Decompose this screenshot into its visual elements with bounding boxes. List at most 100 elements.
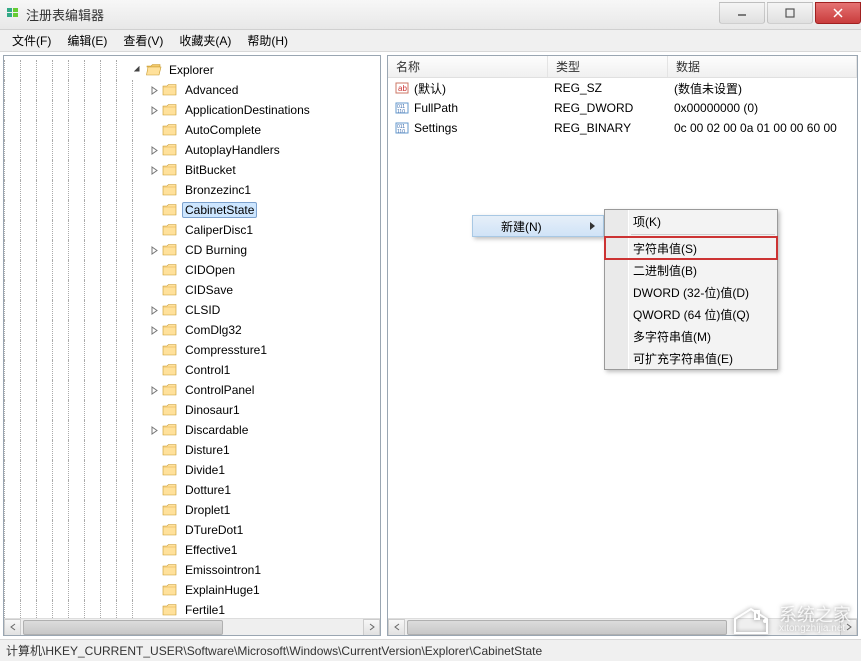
- expand-icon[interactable]: [148, 164, 160, 176]
- registry-tree[interactable]: ExplorerAdvanced ApplicationDestinations A…: [4, 56, 380, 618]
- tree-label: ControlPanel: [182, 382, 257, 398]
- submenu-item[interactable]: 二进制值(B): [605, 259, 777, 281]
- tree-node[interactable]: AutoplayHandlers: [4, 140, 380, 160]
- scroll-thumb[interactable]: [407, 620, 727, 635]
- submenu-item[interactable]: DWORD (32-位)值(D): [605, 281, 777, 303]
- tree-node[interactable]: Bronzezinc1: [4, 180, 380, 200]
- tree-node[interactable]: CabinetState: [4, 200, 380, 220]
- tree-node[interactable]: Effective1: [4, 540, 380, 560]
- tree-node[interactable]: Fertile1: [4, 600, 380, 618]
- expander-placeholder: [148, 604, 160, 616]
- tree-label: Disture1: [182, 442, 233, 458]
- submenu-label: 项(K): [633, 213, 661, 230]
- value-type: REG_DWORD: [548, 101, 668, 115]
- tree-node[interactable]: Control1: [4, 360, 380, 380]
- menu-view[interactable]: 查看(V): [115, 30, 171, 51]
- scroll-left-icon[interactable]: [4, 619, 21, 636]
- values-header: 名称 类型 数据: [388, 56, 857, 78]
- maximize-button[interactable]: [767, 2, 813, 24]
- tree-node-root[interactable]: Explorer: [4, 60, 380, 80]
- submenu-item[interactable]: QWORD (64 位)值(Q): [605, 303, 777, 325]
- tree-node[interactable]: CIDOpen: [4, 260, 380, 280]
- menu-favorites[interactable]: 收藏夹(A): [171, 30, 239, 51]
- scroll-track[interactable]: [405, 619, 840, 636]
- submenu-item[interactable]: 可扩充字符串值(E): [605, 347, 777, 369]
- tree-node[interactable]: Compressture1: [4, 340, 380, 360]
- values-list[interactable]: ab(默认)REG_SZ(数值未设置)011110FullPathREG_DWO…: [388, 78, 857, 618]
- scroll-track[interactable]: [21, 619, 363, 636]
- submenu-item[interactable]: 字符串值(S): [605, 237, 777, 259]
- tree-label: ApplicationDestinations: [182, 102, 313, 118]
- tree-label: BitBucket: [182, 162, 239, 178]
- tree-node[interactable]: ComDlg32: [4, 320, 380, 340]
- submenu-item[interactable]: 多字符串值(M): [605, 325, 777, 347]
- menu-file[interactable]: 文件(F): [4, 30, 59, 51]
- tree-label: ComDlg32: [182, 322, 245, 338]
- menu-help[interactable]: 帮助(H): [239, 30, 296, 51]
- header-data[interactable]: 数据: [668, 56, 857, 77]
- expand-icon[interactable]: [148, 244, 160, 256]
- value-row[interactable]: 011110SettingsREG_BINARY0c 00 02 00 0a 0…: [388, 118, 857, 138]
- tree-node[interactable]: ApplicationDestinations: [4, 100, 380, 120]
- titlebar: 注册表编辑器: [0, 0, 861, 30]
- tree-node[interactable]: Discardable: [4, 420, 380, 440]
- tree-node[interactable]: Dotture1: [4, 480, 380, 500]
- tree-node[interactable]: CaliperDisc1: [4, 220, 380, 240]
- value-name: (默认): [414, 80, 446, 97]
- scroll-right-icon[interactable]: [363, 619, 380, 636]
- tree-node[interactable]: Disture1: [4, 440, 380, 460]
- svg-text:110: 110: [397, 129, 405, 135]
- expand-icon[interactable]: [148, 104, 160, 116]
- minimize-button[interactable]: [719, 2, 765, 24]
- expand-icon[interactable]: [148, 424, 160, 436]
- tree-node[interactable]: BitBucket: [4, 160, 380, 180]
- expander-placeholder: [148, 204, 160, 216]
- submenu-label: 二进制值(B): [633, 262, 697, 279]
- close-button[interactable]: [815, 2, 861, 24]
- value-data: 0c 00 02 00 0a 01 00 00 60 00: [668, 121, 857, 135]
- tree-node[interactable]: CLSID: [4, 300, 380, 320]
- tree-node[interactable]: Emissointron1: [4, 560, 380, 580]
- context-new[interactable]: 新建(N): [472, 215, 604, 237]
- scroll-right-icon[interactable]: [840, 619, 857, 636]
- context-submenu: 项(K) 字符串值(S) 二进制值(B) DWORD (32-位)值(D) QWORD …: [604, 209, 778, 370]
- expand-icon[interactable]: [148, 144, 160, 156]
- tree-node[interactable]: ControlPanel: [4, 380, 380, 400]
- value-row[interactable]: ab(默认)REG_SZ(数值未设置): [388, 78, 857, 98]
- value-row[interactable]: 011110FullPathREG_DWORD0x00000000 (0): [388, 98, 857, 118]
- tree-hscrollbar[interactable]: [4, 618, 380, 635]
- tree-node[interactable]: Divide1: [4, 460, 380, 480]
- expander-placeholder: [148, 444, 160, 456]
- expander-placeholder: [148, 364, 160, 376]
- submenu-item[interactable]: 项(K): [605, 210, 777, 232]
- expander-placeholder: [148, 224, 160, 236]
- tree-node[interactable]: Advanced: [4, 80, 380, 100]
- expand-icon[interactable]: [148, 304, 160, 316]
- submenu-label: QWORD (64 位)值(Q): [633, 306, 750, 323]
- value-data: 0x00000000 (0): [668, 101, 857, 115]
- tree-label: Discardable: [182, 422, 251, 438]
- expand-icon[interactable]: [148, 384, 160, 396]
- tree-node[interactable]: DTureDot1: [4, 520, 380, 540]
- tree-node[interactable]: ExplainHuge1: [4, 580, 380, 600]
- tree-label: ExplainHuge1: [182, 582, 263, 598]
- svg-text:ab: ab: [398, 84, 407, 93]
- value-name: FullPath: [414, 101, 458, 115]
- header-type[interactable]: 类型: [548, 56, 668, 77]
- expand-icon[interactable]: [148, 324, 160, 336]
- tree-node[interactable]: CD Burning: [4, 240, 380, 260]
- value-data: (数值未设置): [668, 80, 857, 97]
- tree-node[interactable]: Dinosaur1: [4, 400, 380, 420]
- expander-placeholder: [148, 584, 160, 596]
- header-name[interactable]: 名称: [388, 56, 548, 77]
- scroll-thumb[interactable]: [23, 620, 223, 635]
- tree-node[interactable]: AutoComplete: [4, 120, 380, 140]
- menu-edit[interactable]: 编辑(E): [59, 30, 115, 51]
- expander-placeholder: [148, 264, 160, 276]
- expand-icon[interactable]: [148, 84, 160, 96]
- values-hscrollbar[interactable]: [388, 618, 857, 635]
- tree-node[interactable]: Droplet1: [4, 500, 380, 520]
- scroll-left-icon[interactable]: [388, 619, 405, 636]
- tree-node[interactable]: CIDSave: [4, 280, 380, 300]
- collapse-icon[interactable]: [132, 64, 144, 76]
